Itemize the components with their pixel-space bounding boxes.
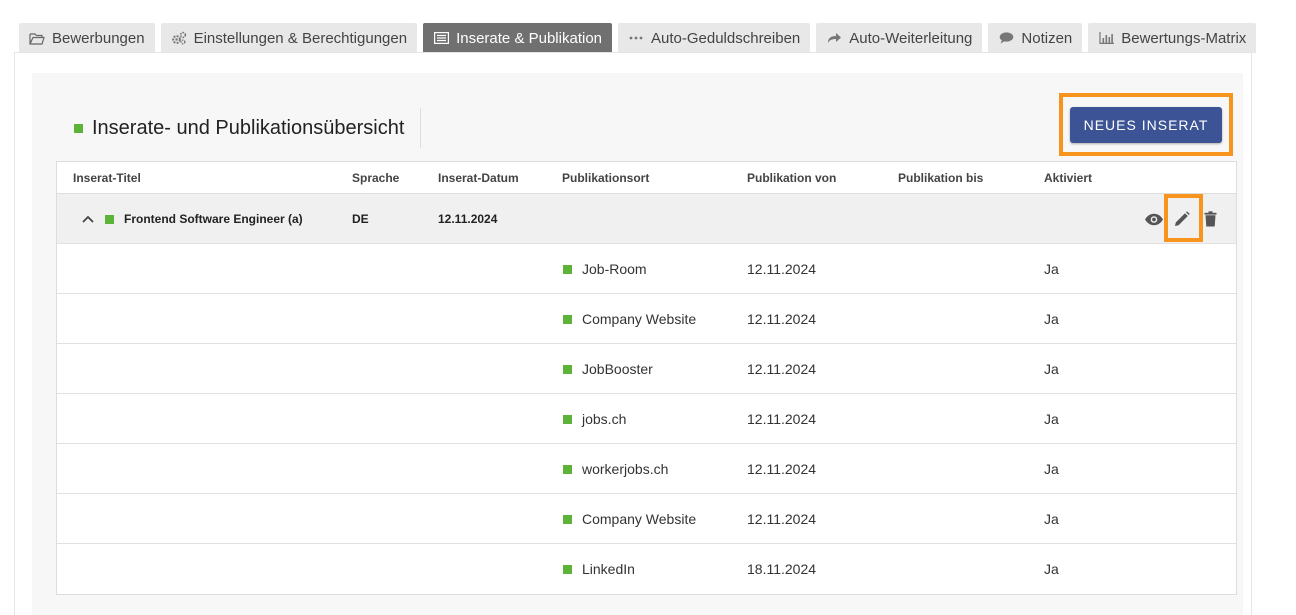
ad-date: 12.11.2024 bbox=[438, 212, 498, 226]
table-row[interactable]: JobBooster 12.11.2024 Ja bbox=[57, 344, 1236, 394]
green-square-icon bbox=[563, 514, 572, 524]
from-cell: 12.11.2024 bbox=[747, 411, 817, 427]
chevron-up-icon[interactable] bbox=[81, 212, 95, 226]
tab-bar: Bewerbungen Einstellungen & Berechtigung… bbox=[19, 23, 1262, 53]
new-ad-highlight: NEUES INSERAT bbox=[1059, 93, 1233, 156]
tab-label: Einstellungen & Berechtigungen bbox=[193, 29, 408, 47]
active-cell: Ja bbox=[1044, 511, 1059, 527]
table-row[interactable]: Company Website 12.11.2024 Ja bbox=[57, 494, 1236, 544]
place-cell: LinkedIn bbox=[563, 544, 635, 594]
column-header-language[interactable]: Sprache bbox=[352, 162, 399, 194]
active-cell: Ja bbox=[1044, 561, 1059, 577]
tab-label: Notizen bbox=[1021, 29, 1073, 47]
place-name: Company Website bbox=[582, 311, 697, 327]
eye-icon[interactable] bbox=[1143, 194, 1165, 244]
place-name: Job-Room bbox=[582, 261, 647, 277]
tab-label: Inserate & Publikation bbox=[456, 29, 602, 47]
table-row[interactable]: LinkedIn 18.11.2024 Ja bbox=[57, 544, 1236, 594]
bar-chart-icon bbox=[1098, 31, 1114, 45]
table-row[interactable]: Job-Room 12.11.2024 Ja bbox=[57, 244, 1236, 294]
place-cell: JobBooster bbox=[563, 344, 653, 394]
place-name: Company Website bbox=[582, 511, 697, 527]
place-name: LinkedIn bbox=[582, 561, 635, 577]
column-header-active[interactable]: Aktiviert bbox=[1044, 162, 1092, 194]
tab-label: Bewerbungen bbox=[52, 29, 145, 47]
column-header-title[interactable]: Inserat-Titel bbox=[73, 162, 141, 194]
ad-title-cell: Frontend Software Engineer (a) bbox=[81, 194, 303, 244]
place-cell: Company Website bbox=[563, 494, 696, 544]
column-header-date[interactable]: Inserat-Datum bbox=[438, 162, 519, 194]
ad-group-row[interactable]: Frontend Software Engineer (a) DE 12.11.… bbox=[57, 194, 1236, 244]
place-cell: Job-Room bbox=[563, 244, 647, 294]
share-arrow-icon bbox=[826, 31, 842, 45]
from-cell: 12.11.2024 bbox=[747, 311, 817, 327]
tab-label: Auto-Geduldschreiben bbox=[651, 29, 801, 47]
from-cell: 12.11.2024 bbox=[747, 511, 817, 527]
active-cell: Ja bbox=[1044, 461, 1059, 477]
place-cell: Company Website bbox=[563, 294, 696, 344]
ad-language: DE bbox=[352, 212, 369, 226]
green-square-icon bbox=[105, 214, 114, 224]
from-cell: 12.11.2024 bbox=[747, 261, 817, 277]
tab-auto-weiterleitung[interactable]: Auto-Weiterleitung bbox=[816, 23, 983, 53]
green-square-icon bbox=[563, 464, 572, 474]
place-name: jobs.ch bbox=[582, 411, 627, 427]
green-square-icon bbox=[563, 414, 572, 424]
from-cell: 12.11.2024 bbox=[747, 361, 817, 377]
from-cell: 18.11.2024 bbox=[747, 561, 817, 577]
page-title: Inserate- und Publikationsübersicht bbox=[74, 108, 422, 148]
table-row[interactable]: workerjobs.ch 12.11.2024 Ja bbox=[57, 444, 1236, 494]
table-header: Inserat-Titel Sprache Inserat-Datum Publ… bbox=[57, 162, 1236, 194]
speech-bubble-icon bbox=[998, 31, 1014, 45]
folder-open-icon bbox=[29, 31, 45, 45]
gears-icon bbox=[171, 31, 187, 45]
active-cell: Ja bbox=[1044, 311, 1059, 327]
place-cell: jobs.ch bbox=[563, 394, 626, 444]
column-header-to[interactable]: Publikation bis bbox=[898, 162, 983, 194]
list-icon bbox=[433, 31, 449, 45]
page-title-text: Inserate- und Publikationsübersicht bbox=[92, 116, 405, 139]
column-header-from[interactable]: Publikation von bbox=[747, 162, 836, 194]
new-ad-button[interactable]: NEUES INSERAT bbox=[1070, 106, 1222, 143]
active-cell: Ja bbox=[1044, 361, 1059, 377]
tab-bewerbungen[interactable]: Bewerbungen bbox=[19, 23, 155, 53]
green-square-icon bbox=[563, 564, 572, 574]
tab-einstellungen[interactable]: Einstellungen & Berechtigungen bbox=[160, 23, 418, 53]
green-square-icon bbox=[563, 314, 572, 324]
edit-highlight bbox=[1164, 194, 1203, 242]
from-cell: 12.11.2024 bbox=[747, 461, 817, 477]
active-cell: Ja bbox=[1044, 261, 1059, 277]
table-row[interactable]: Company Website 12.11.2024 Ja bbox=[57, 294, 1236, 344]
place-cell: workerjobs.ch bbox=[563, 444, 668, 494]
tab-bewertungs-matrix[interactable]: Bewertungs-Matrix bbox=[1088, 23, 1257, 53]
place-name: workerjobs.ch bbox=[582, 461, 669, 477]
tab-notizen[interactable]: Notizen bbox=[988, 23, 1083, 53]
green-square-icon bbox=[74, 123, 83, 133]
column-header-place[interactable]: Publikationsort bbox=[562, 162, 649, 194]
ad-title: Frontend Software Engineer (a) bbox=[124, 212, 303, 226]
table-row[interactable]: jobs.ch 12.11.2024 Ja bbox=[57, 394, 1236, 444]
place-name: JobBooster bbox=[582, 361, 653, 377]
tab-label: Auto-Weiterleitung bbox=[849, 29, 973, 47]
green-square-icon bbox=[563, 264, 572, 274]
tab-auto-geduldschreiben[interactable]: Auto-Geduldschreiben bbox=[618, 23, 811, 53]
ellipsis-icon bbox=[628, 31, 644, 45]
green-square-icon bbox=[563, 364, 572, 374]
tab-label: Bewertungs-Matrix bbox=[1121, 29, 1247, 47]
tab-inserate-publikation[interactable]: Inserate & Publikation bbox=[423, 23, 612, 53]
active-cell: Ja bbox=[1044, 411, 1059, 427]
publication-table: Inserat-Titel Sprache Inserat-Datum Publ… bbox=[56, 161, 1237, 595]
